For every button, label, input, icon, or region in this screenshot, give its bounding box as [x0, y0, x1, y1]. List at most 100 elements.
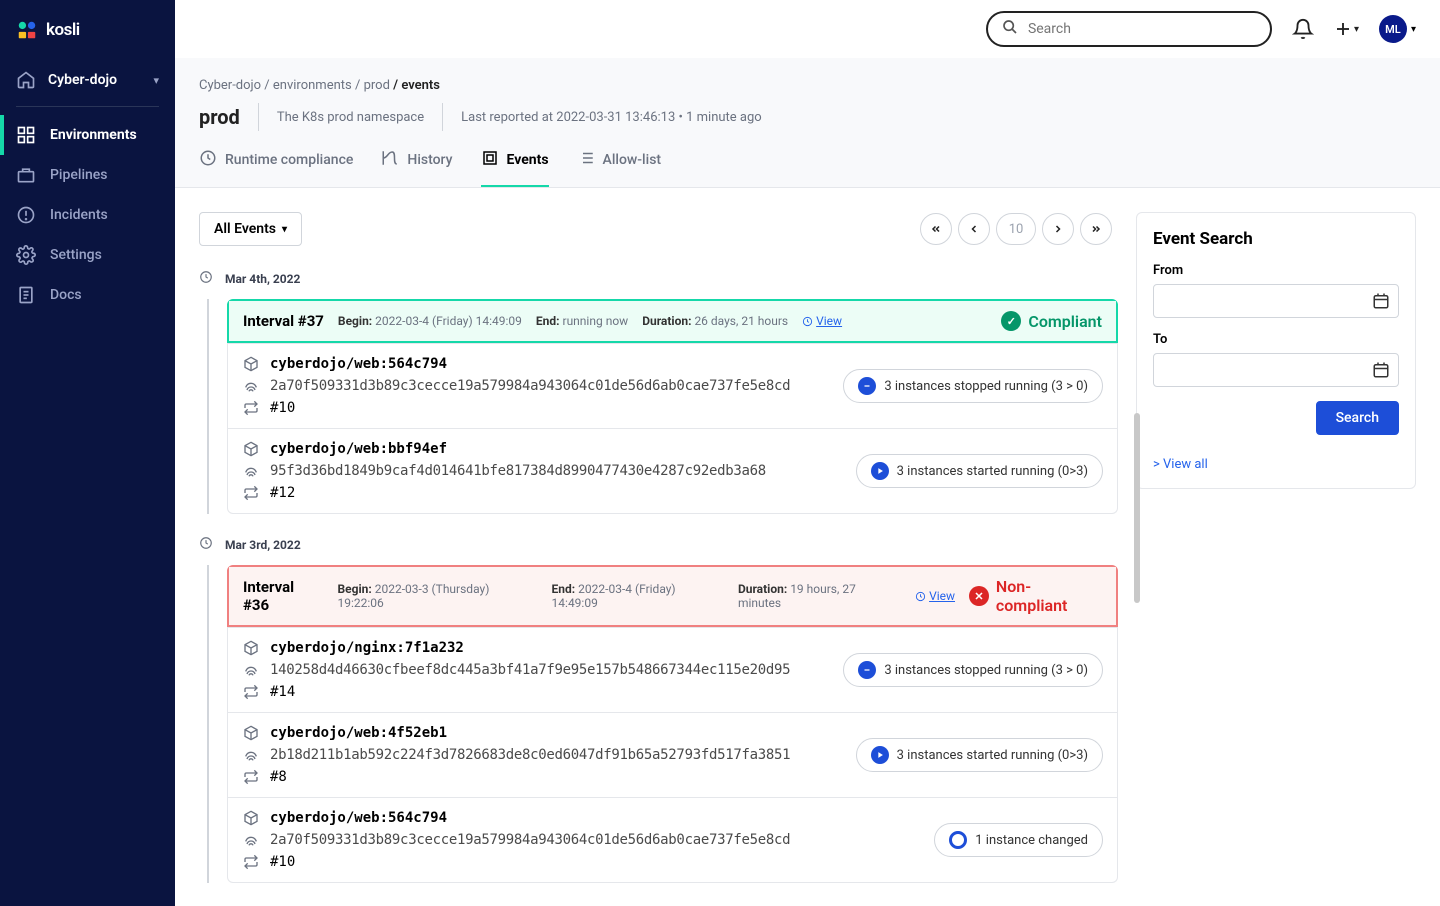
fingerprint-icon — [242, 463, 260, 479]
notifications-button[interactable] — [1292, 18, 1314, 40]
topbar: ▾ ML ▾ — [175, 0, 1440, 58]
pager-last[interactable] — [1080, 213, 1112, 245]
tab-label: Events — [507, 152, 549, 168]
nav-item-pipelines[interactable]: Pipelines — [0, 155, 175, 195]
search-input[interactable] — [1028, 21, 1256, 37]
nav-item-settings[interactable]: Settings — [0, 235, 175, 275]
pager-first[interactable] — [920, 213, 952, 245]
nav-item-incidents[interactable]: Incidents — [0, 195, 175, 235]
nav-label: Docs — [50, 287, 82, 303]
stop-icon — [858, 661, 876, 679]
action-text: 1 instance changed — [975, 833, 1088, 848]
to-input[interactable] — [1154, 354, 1364, 386]
org-selector[interactable]: Cyber-dojo ▾ — [0, 60, 175, 100]
filter-label: All Events — [214, 221, 276, 237]
nav-item-environments[interactable]: Environments — [0, 115, 175, 155]
interval-header: Interval #37 Begin: 2022-03-4 (Friday) 1… — [229, 301, 1116, 341]
tabs: Runtime compliance History Events Allow-lis… — [175, 131, 1440, 188]
cross-icon: ✕ — [969, 586, 989, 606]
kosli-logo-icon — [16, 19, 38, 41]
nav-label: Incidents — [50, 207, 108, 223]
artifact-name[interactable]: cyberdojo/nginx:7f1a232 — [270, 640, 464, 656]
page-header: prod The K8s prod namespace Last reporte… — [175, 93, 1440, 131]
sequence-number: #10 — [270, 854, 295, 870]
artifact-name[interactable]: cyberdojo/web:bbf94ef — [270, 441, 447, 457]
scrollbar-thumb[interactable] — [1134, 413, 1140, 603]
page-subtitle: The K8s prod namespace — [277, 110, 424, 125]
brand-name: kosli — [46, 20, 80, 40]
tab-label: History — [407, 152, 452, 168]
interval-card: Interval #36 Begin: 2022-03-3 (Thursday)… — [227, 565, 1118, 627]
breadcrumb-org[interactable]: Cyber-dojo — [199, 78, 261, 93]
pager-page: 10 — [996, 213, 1036, 245]
nav-item-docs[interactable]: Docs — [0, 275, 175, 315]
pager-next[interactable] — [1042, 213, 1074, 245]
play-icon — [871, 462, 889, 480]
breadcrumb-current: events — [401, 78, 440, 93]
interval-id: Interval #36 — [243, 578, 323, 614]
page-meta: Last reported at 2022-03-31 13:46:13 • 1… — [461, 110, 762, 125]
sequence-number: #8 — [270, 769, 287, 785]
tab-history[interactable]: History — [381, 149, 452, 187]
clock-icon — [199, 536, 213, 553]
action-text: 3 instances stopped running (3 > 0) — [884, 663, 1088, 678]
breadcrumb-section[interactable]: environments — [273, 78, 352, 93]
tab-allow-list[interactable]: Allow-list — [577, 149, 662, 187]
pager-prev[interactable] — [958, 213, 990, 245]
date-label: Mar 4th, 2022 — [225, 272, 300, 286]
event-rows: cyberdojo/nginx:7f1a232 140258d4d46630cf… — [227, 627, 1118, 883]
separator — [258, 103, 259, 131]
global-search[interactable] — [986, 11, 1272, 47]
date-heading: Mar 4th, 2022 — [199, 270, 1118, 287]
view-link[interactable]: View — [915, 589, 955, 603]
tab-icon — [481, 149, 499, 171]
tab-icon — [199, 149, 217, 171]
calendar-icon[interactable] — [1364, 354, 1398, 386]
event-rows: cyberdojo/web:564c794 2a70f509331d3b89c3… — [227, 343, 1118, 514]
sequence-icon — [242, 485, 260, 501]
status-badge: ✓Compliant — [1001, 311, 1102, 331]
tab-events[interactable]: Events — [481, 149, 549, 187]
fingerprint: 2a70f509331d3b89c3cecce19a579984a943064c… — [270, 832, 790, 848]
package-icon — [242, 356, 260, 372]
sequence-number: #14 — [270, 684, 295, 700]
sequence-icon — [242, 400, 260, 416]
nav-icon — [16, 205, 36, 225]
artifact-name[interactable]: cyberdojo/web:564c794 — [270, 810, 447, 826]
user-menu[interactable]: ML ▾ — [1379, 15, 1416, 43]
page-title: prod — [199, 105, 240, 129]
event-row: cyberdojo/web:4f52eb1 2b18d211b1ab592c22… — [228, 712, 1117, 797]
search-button[interactable]: Search — [1316, 401, 1399, 435]
breadcrumb: Cyber-dojo / environments / prod / event… — [175, 58, 1440, 93]
package-icon — [242, 725, 260, 741]
org-name: Cyber-dojo — [48, 72, 141, 88]
fingerprint: 140258d4d46630cfbeef8dc445a3bf41a7f9e95e… — [270, 662, 790, 678]
divider — [16, 106, 159, 107]
main: ▾ ML ▾ Cyber-dojo / environments / prod … — [175, 0, 1440, 906]
action-pill: 3 instances started running (0>3) — [856, 454, 1103, 488]
nav-icon — [16, 165, 36, 185]
artifact-name[interactable]: cyberdojo/web:564c794 — [270, 356, 447, 372]
event-filter[interactable]: All Events ▾ — [199, 212, 302, 246]
breadcrumb-env[interactable]: prod — [364, 78, 390, 93]
sequence-number: #10 — [270, 400, 295, 416]
add-button[interactable]: ▾ — [1334, 20, 1359, 38]
content: Cyber-dojo / environments / prod / event… — [175, 58, 1440, 906]
status-badge: ✕Non-compliant — [969, 577, 1102, 615]
avatar: ML — [1379, 15, 1407, 43]
check-icon: ✓ — [1001, 311, 1021, 331]
view-all-link[interactable]: > View all — [1153, 457, 1208, 472]
logo[interactable]: kosli — [0, 0, 175, 60]
from-input[interactable] — [1154, 285, 1364, 317]
calendar-icon[interactable] — [1364, 285, 1398, 317]
artifact-name[interactable]: cyberdojo/web:4f52eb1 — [270, 725, 447, 741]
action-pill: 3 instances started running (0>3) — [856, 738, 1103, 772]
tab-runtime-compliance[interactable]: Runtime compliance — [199, 149, 353, 187]
nav-label: Pipelines — [50, 167, 108, 183]
view-link[interactable]: View — [802, 314, 842, 328]
nav-label: Environments — [50, 127, 137, 143]
tab-icon — [577, 149, 595, 171]
sequence-icon — [242, 854, 260, 870]
sidebar: kosli Cyber-dojo ▾ Environments Pipelines… — [0, 0, 175, 906]
from-label: From — [1153, 263, 1399, 278]
